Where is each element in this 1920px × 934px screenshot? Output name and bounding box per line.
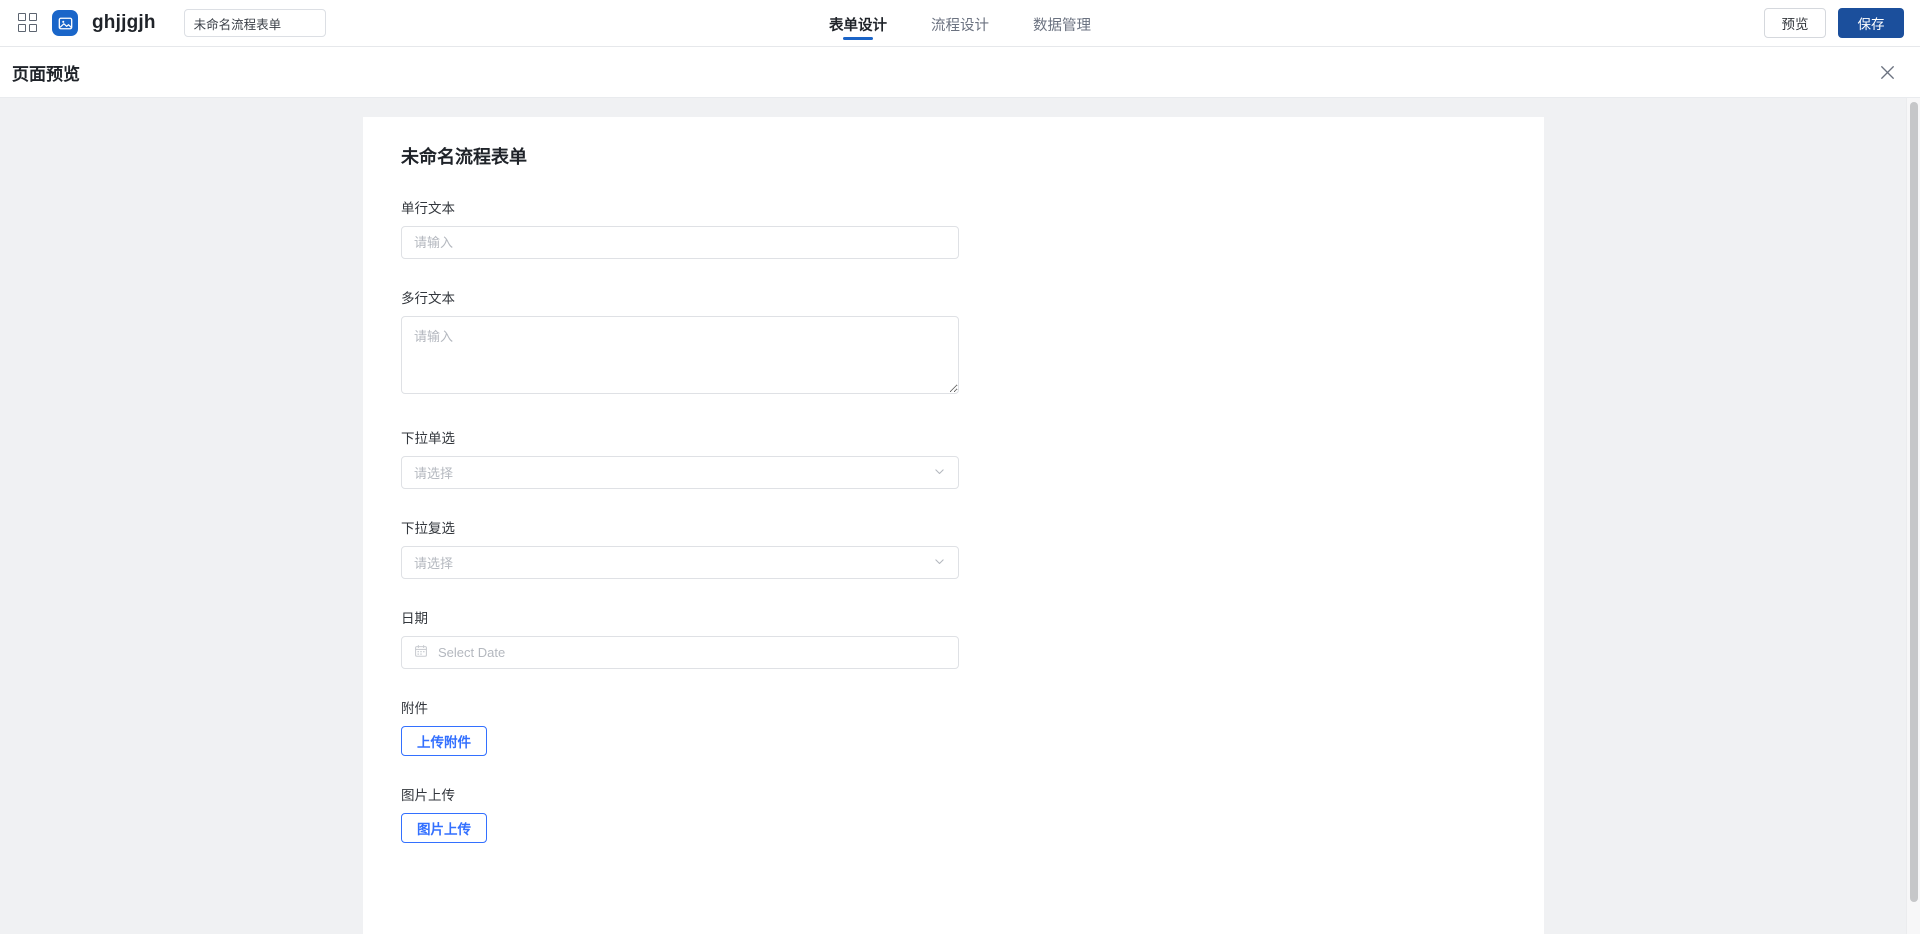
field-label-single-line-text: 单行文本 — [401, 201, 455, 216]
form-name-input[interactable] — [183, 9, 326, 37]
tab-data-management-label: 数据管理 — [1033, 17, 1091, 34]
grid-apps-icon[interactable] — [18, 13, 38, 33]
tab-process-design-label: 流程设计 — [931, 17, 989, 34]
date-placeholder: Select Date — [438, 645, 506, 660]
appbar-actions: 预览 保存 — [1764, 8, 1904, 38]
application-header: ghjjgjh 表单设计 流程设计 数据管理 预览 保存 — [0, 0, 1920, 47]
tab-process-design[interactable]: 流程设计 — [931, 0, 989, 47]
page-title: 页面预览 — [12, 64, 80, 84]
field-label-multi-select: 下拉复选 — [401, 521, 455, 536]
calendar-icon — [414, 644, 428, 661]
save-button[interactable]: 保存 — [1838, 8, 1904, 38]
single-select-dropdown[interactable]: 请选择 — [401, 456, 959, 489]
multi-line-text-textarea[interactable] — [401, 316, 959, 394]
image-app-icon[interactable] — [52, 10, 78, 36]
tab-form-design[interactable]: 表单设计 — [829, 0, 887, 47]
vertical-scrollbar-thumb[interactable] — [1910, 102, 1918, 902]
preview-button[interactable]: 预览 — [1764, 8, 1826, 38]
appbar-left-group: ghjjgjh — [0, 9, 326, 37]
field-date: 日期 Select Date — [401, 607, 1506, 669]
field-image-upload: 图片上传 图片上传 — [401, 784, 1506, 843]
field-label-single-select: 下拉单选 — [401, 431, 455, 446]
tab-form-design-label: 表单设计 — [829, 17, 887, 34]
vertical-scrollbar-track[interactable] — [1906, 98, 1920, 934]
field-attachment: 附件 上传附件 — [401, 697, 1506, 756]
form-title: 未命名流程表单 — [401, 147, 527, 167]
date-picker-input[interactable]: Select Date — [401, 636, 959, 669]
close-icon[interactable] — [1874, 59, 1900, 85]
field-single-line-text: 单行文本 — [401, 197, 1506, 259]
field-multi-line-text: 多行文本 — [401, 287, 1506, 399]
chevron-down-icon — [933, 465, 946, 481]
multi-select-dropdown[interactable]: 请选择 — [401, 546, 959, 579]
tab-data-management[interactable]: 数据管理 — [1033, 0, 1091, 47]
field-label-multi-line-text: 多行文本 — [401, 291, 455, 306]
single-line-text-input[interactable] — [401, 226, 959, 259]
upload-attachment-button[interactable]: 上传附件 — [401, 726, 487, 756]
app-name: ghjjgjh — [92, 12, 156, 33]
upload-image-button[interactable]: 图片上传 — [401, 813, 487, 843]
multi-select-placeholder: 请选择 — [414, 556, 454, 571]
field-label-attachment: 附件 — [401, 701, 428, 716]
preview-panel-body: 未命名流程表单 单行文本 多行文本 下拉单选 请选择 下 — [0, 98, 1920, 934]
preview-panel-header: 页面预览 — [0, 47, 1920, 98]
field-label-date: 日期 — [401, 611, 428, 626]
field-label-image-upload: 图片上传 — [401, 788, 455, 803]
form-preview-card: 未命名流程表单 单行文本 多行文本 下拉单选 请选择 下 — [363, 117, 1544, 934]
chevron-down-icon — [933, 555, 946, 571]
single-select-placeholder: 请选择 — [414, 466, 454, 481]
field-single-select: 下拉单选 请选择 — [401, 427, 1506, 489]
main-nav-tabs: 表单设计 流程设计 数据管理 — [829, 0, 1091, 47]
field-multi-select: 下拉复选 请选择 — [401, 517, 1506, 579]
